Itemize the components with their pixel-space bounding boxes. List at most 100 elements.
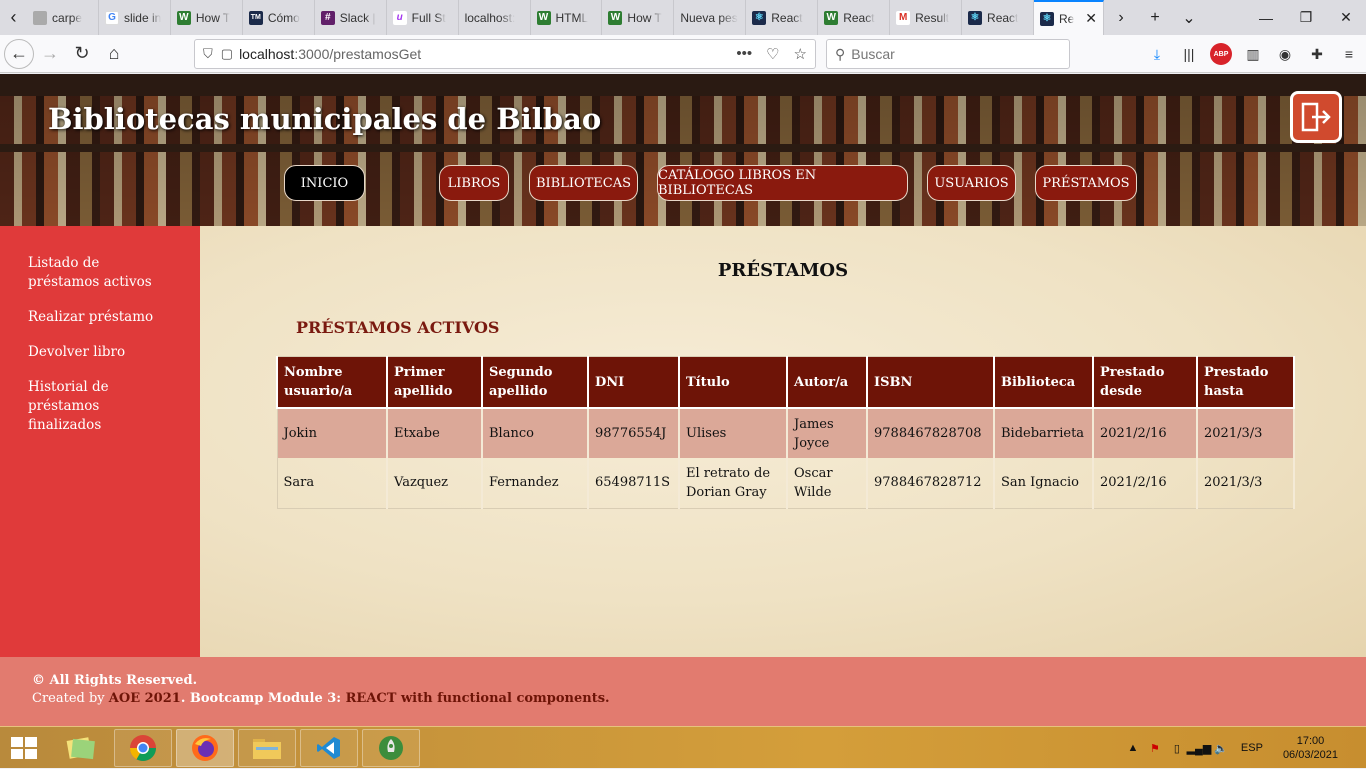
- language-indicator[interactable]: ESP: [1241, 742, 1263, 754]
- wix-w-icon: W: [608, 10, 623, 25]
- site-header: Bibliotecas municipales de Bilbao INICIO…: [0, 74, 1366, 226]
- table-row: Jokin Etxabe Blanco 98776554J Ulises Jam…: [277, 408, 1295, 458]
- browser-tab[interactable]: M Result: [890, 0, 963, 35]
- browser-tab-active[interactable]: ⚛ Re ✕: [1033, 0, 1104, 35]
- browser-tab[interactable]: W React: [818, 0, 891, 35]
- table-cell: El retrato de Dorian Gray: [679, 458, 788, 508]
- taskbar-notes-app[interactable]: [52, 729, 110, 767]
- home-icon[interactable]: ⌂: [98, 38, 130, 70]
- column-header: Prestado desde: [1092, 356, 1198, 409]
- extensions-icon[interactable]: ✚: [1306, 43, 1328, 65]
- browser-tab[interactable]: W HTML: [531, 0, 603, 35]
- section-title: PRÉSTAMOS ACTIVOS: [296, 318, 500, 337]
- tab-scroll-right-icon[interactable]: ›: [1104, 0, 1138, 35]
- taskbar-file-explorer[interactable]: [238, 729, 296, 767]
- table-cell: Oscar Wilde: [787, 458, 868, 508]
- browser-tab[interactable]: carpe: [27, 0, 99, 35]
- search-input[interactable]: [851, 46, 1052, 62]
- close-tab-icon[interactable]: ✕: [1085, 10, 1097, 27]
- sidebar-item-prestamos-activos[interactable]: Listado de préstamos activos: [28, 254, 172, 292]
- created-by-label: Created by: [32, 691, 109, 706]
- menu-icon[interactable]: ≡: [1338, 43, 1360, 65]
- browser-tab[interactable]: localhost:: [459, 0, 531, 35]
- menu-usuarios[interactable]: USUARIOS: [927, 165, 1016, 201]
- credits-line: Created by AOE 2021. Bootcamp Module 3: …: [32, 690, 1334, 708]
- close-window-icon[interactable]: ✕: [1326, 0, 1366, 35]
- bookmark-star-icon[interactable]: ☆: [794, 45, 807, 63]
- column-header: Segundo apellido: [481, 356, 589, 409]
- rocket-icon: [379, 736, 403, 760]
- page-info-icon[interactable]: ▢: [221, 46, 233, 62]
- logout-icon: [1301, 102, 1331, 132]
- folder-icon: [253, 739, 281, 759]
- taskbar-chrome[interactable]: [114, 729, 172, 767]
- sidebar-item-devolver-libro[interactable]: Devolver libro: [28, 343, 172, 362]
- reader-view-icon[interactable]: ▥: [1242, 43, 1264, 65]
- browser-tab[interactable]: ⚛ React: [746, 0, 819, 35]
- table-header-row: Nombre usuario/a Primer apellido Segundo…: [276, 356, 1295, 409]
- menu-prestamos[interactable]: PRÉSTAMOS: [1035, 165, 1137, 201]
- logout-button[interactable]: [1290, 91, 1342, 143]
- security-alert-icon[interactable]: ⚑: [1147, 740, 1163, 756]
- browser-tab[interactable]: W How T: [602, 0, 675, 35]
- browser-tab[interactable]: ⚛ React: [962, 0, 1034, 35]
- list-tabs-icon[interactable]: ⌄: [1172, 0, 1206, 35]
- clock[interactable]: 17:00 06/03/2021: [1283, 734, 1338, 762]
- show-hidden-icons-icon[interactable]: ▲: [1125, 740, 1141, 756]
- taskbar-app-rocket[interactable]: [362, 729, 420, 767]
- url-path: :3000/prestamosGet: [294, 46, 422, 62]
- bootcamp-label: . Bootcamp Module 3:: [180, 691, 346, 706]
- browser-tab[interactable]: u Full St: [387, 0, 459, 35]
- sidebar-item-historial[interactable]: Historial de préstamos finalizados: [28, 378, 172, 435]
- volume-icon[interactable]: 🔈: [1213, 740, 1229, 756]
- menu-inicio[interactable]: INICIO: [284, 165, 365, 201]
- sidebar-item-realizar-prestamo[interactable]: Realizar préstamo: [28, 308, 172, 327]
- download-icon[interactable]: ⤓: [1146, 43, 1168, 65]
- slack-icon: #: [320, 10, 335, 25]
- pocket-icon[interactable]: ♡: [766, 45, 779, 63]
- adblock-icon[interactable]: ABP: [1210, 43, 1232, 65]
- taskbar-firefox[interactable]: [176, 729, 234, 767]
- menu-libros[interactable]: LIBROS: [439, 165, 509, 201]
- browser-tab[interactable]: TM Cómo: [243, 0, 315, 35]
- browser-tab-bar: ‹ carpe Gslide in W How T TM Cómo # Slack |…: [0, 0, 1366, 35]
- reload-icon[interactable]: ↻: [66, 38, 98, 70]
- browser-tab[interactable]: Gslide in: [99, 0, 171, 35]
- taskbar: ▲ ⚑ ▯ ▂▄▆ 🔈 ESP 17:00 06/03/2021: [0, 726, 1366, 768]
- table-row: Sara Vazquez Fernandez 65498711S El retr…: [277, 458, 1295, 508]
- clock-time: 17:00: [1296, 735, 1325, 747]
- minimize-icon[interactable]: —: [1246, 0, 1286, 35]
- restore-icon[interactable]: ❐: [1286, 0, 1326, 35]
- sticky-notes-icon: [66, 737, 95, 760]
- main-content: PRÉSTAMOS PRÉSTAMOS ACTIVOS Nombre usuar…: [200, 226, 1366, 657]
- search-icon: ⚲: [835, 45, 846, 62]
- new-tab-icon[interactable]: +: [1138, 0, 1172, 35]
- network-icon[interactable]: ▂▄▆: [1187, 740, 1212, 756]
- windows-start-button[interactable]: [4, 731, 44, 765]
- shield-icon[interactable]: ⛉: [203, 46, 213, 62]
- table-cell: 65498711S: [588, 458, 680, 508]
- menu-catalogo[interactable]: CATÁLOGO LIBROS EN BIBLIOTECAS: [657, 165, 908, 201]
- table-cell: Jokin: [277, 408, 388, 458]
- url-bar[interactable]: ⛉ ▢ localhost:3000/prestamosGet ••• ♡ ☆: [194, 39, 816, 69]
- search-bar[interactable]: ⚲: [826, 39, 1070, 69]
- table-cell: 2021/3/3: [1197, 458, 1295, 508]
- battery-icon[interactable]: ▯: [1169, 740, 1185, 756]
- table-cell: 98776554J: [588, 408, 680, 458]
- taskbar-vscode[interactable]: [300, 729, 358, 767]
- browser-tab[interactable]: Nueva pes: [674, 0, 747, 35]
- google-icon: G: [104, 10, 119, 25]
- library-icon[interactable]: |||: [1178, 43, 1200, 65]
- menu-bibliotecas[interactable]: BIBLIOTECAS: [529, 165, 638, 201]
- forward-icon[interactable]: →: [34, 38, 66, 70]
- page-actions-icon[interactable]: •••: [736, 45, 752, 63]
- browser-tab[interactable]: # Slack |: [315, 0, 387, 35]
- react-icon: ⚛: [752, 10, 767, 25]
- page-title: PRÉSTAMOS: [717, 260, 849, 281]
- column-header: Prestado hasta: [1196, 356, 1295, 409]
- browser-tab[interactable]: W How T: [171, 0, 243, 35]
- author-name: AOE 2021: [108, 691, 181, 706]
- account-icon[interactable]: ◉: [1274, 43, 1296, 65]
- tab-scroll-left-icon[interactable]: ‹: [0, 0, 27, 35]
- back-icon[interactable]: ←: [4, 38, 34, 69]
